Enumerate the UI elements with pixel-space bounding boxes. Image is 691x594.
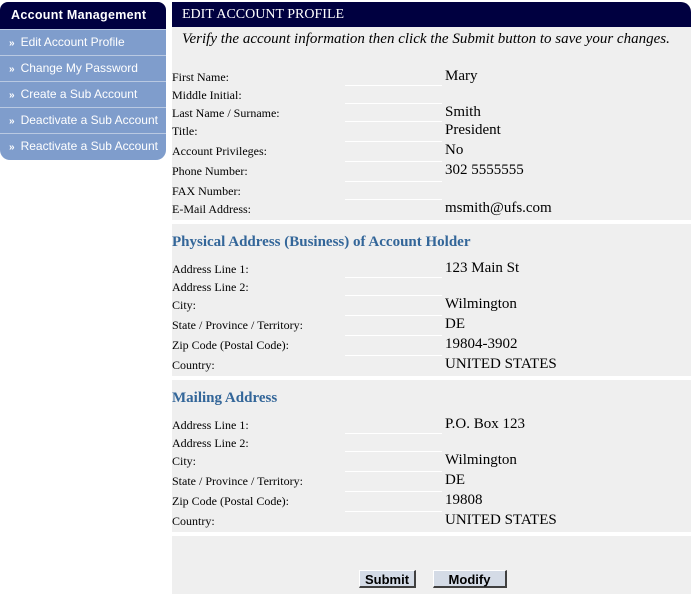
- sidebar-title: Account Management: [0, 2, 166, 29]
- double-chevron-right-icon: »: [9, 142, 15, 153]
- field-value: UNITED STATES: [445, 512, 557, 528]
- field-label: Last Name / Surname:: [172, 106, 280, 120]
- field-value: 19804-3902: [445, 336, 518, 352]
- sidebar-item-label: Edit Account Profile: [20, 35, 125, 49]
- sidebar-item-create-sub-account[interactable]: » Create a Sub Account: [0, 81, 166, 107]
- submit-button[interactable]: Submit: [359, 570, 416, 588]
- field-title: Title: President: [172, 122, 691, 142]
- field-label: City:: [172, 298, 197, 312]
- field-physical-country: Country: UNITED STATES: [172, 356, 691, 376]
- field-label: Address Line 2:: [172, 280, 249, 294]
- personal-info-panel: Verify the account information then clic…: [172, 27, 691, 220]
- sidebar-item-label: Deactivate a Sub Account: [20, 113, 158, 127]
- field-value: Wilmington: [445, 296, 517, 312]
- mailing-address-panel: Mailing Address Address Line 1: P.O. Box …: [172, 380, 691, 532]
- field-fax-number: FAX Number:: [172, 182, 691, 200]
- field-physical-city: City: Wilmington: [172, 296, 691, 316]
- double-chevron-right-icon: »: [9, 64, 15, 75]
- sidebar-item-change-password[interactable]: » Change My Password: [0, 55, 166, 81]
- field-value: P.O. Box 123: [445, 416, 526, 432]
- field-label: Country:: [172, 358, 215, 372]
- field-mailing-address-line-2: Address Line 2:: [172, 434, 691, 452]
- sidebar-item-deactivate-sub-account[interactable]: » Deactivate a Sub Account: [0, 107, 166, 133]
- field-value: Mary: [445, 68, 478, 84]
- double-chevron-right-icon: »: [9, 38, 15, 49]
- field-label: Phone Number:: [172, 164, 248, 178]
- field-mailing-zip: Zip Code (Postal Code): 19808: [172, 492, 691, 512]
- field-middle-initial: Middle Initial:: [172, 86, 691, 104]
- field-label: Title:: [172, 124, 198, 138]
- sidebar-item-label: Create a Sub Account: [20, 87, 138, 101]
- sidebar-item-reactivate-sub-account[interactable]: » Reactivate a Sub Account: [0, 133, 166, 160]
- modify-button[interactable]: Modify: [433, 570, 507, 588]
- sidebar-item-edit-account-profile[interactable]: » Edit Account Profile: [0, 29, 166, 55]
- field-last-name: Last Name / Surname: Smith: [172, 104, 691, 122]
- field-mailing-state: State / Province / Territory: DE: [172, 472, 691, 492]
- field-value: No: [445, 142, 464, 158]
- double-chevron-right-icon: »: [9, 90, 15, 101]
- double-chevron-right-icon: »: [9, 116, 15, 127]
- instructions-text: Verify the account information then clic…: [182, 31, 670, 47]
- field-mailing-city: City: Wilmington: [172, 452, 691, 472]
- field-label: First Name:: [172, 70, 229, 84]
- field-label: Middle Initial:: [172, 88, 242, 102]
- field-label: FAX Number:: [172, 184, 241, 198]
- field-value: DE: [445, 316, 465, 332]
- page-title: EDIT ACCOUNT PROFILE: [172, 2, 691, 27]
- physical-address-panel: Physical Address (Business) of Account H…: [172, 224, 691, 376]
- field-value: 302 5555555: [445, 162, 524, 178]
- main-content: EDIT ACCOUNT PROFILE Verify the account …: [172, 2, 691, 594]
- physical-address-heading: Physical Address (Business) of Account H…: [172, 234, 471, 250]
- form-actions: Submit Modify: [172, 536, 691, 594]
- field-label: Country:: [172, 514, 215, 528]
- field-value: 123 Main St: [445, 260, 520, 276]
- field-value: Smith: [445, 104, 481, 120]
- field-email: E-Mail Address: msmith@ufs.com: [172, 200, 691, 220]
- field-first-name: First Name: Mary: [172, 68, 691, 86]
- field-label: State / Province / Territory:: [172, 318, 303, 332]
- field-value: President: [445, 122, 501, 138]
- field-label: Zip Code (Postal Code):: [172, 494, 289, 508]
- field-value: UNITED STATES: [445, 356, 557, 372]
- field-mailing-address-line-1: Address Line 1: P.O. Box 123: [172, 416, 691, 434]
- field-label: Address Line 1:: [172, 418, 249, 432]
- field-physical-address-line-1: Address Line 1: 123 Main St: [172, 260, 691, 278]
- sidebar-item-label: Change My Password: [20, 61, 138, 75]
- field-label: State / Province / Territory:: [172, 474, 303, 488]
- field-mailing-country: Country: UNITED STATES: [172, 512, 691, 532]
- field-physical-address-line-2: Address Line 2:: [172, 278, 691, 296]
- field-label: Account Privileges:: [172, 144, 267, 158]
- field-label: City:: [172, 454, 197, 468]
- sidebar-nav: Account Management » Edit Account Profile…: [0, 2, 166, 160]
- field-label: Address Line 2:: [172, 436, 249, 450]
- mailing-address-heading: Mailing Address: [172, 390, 278, 406]
- field-value: Wilmington: [445, 452, 517, 468]
- field-physical-zip: Zip Code (Postal Code): 19804-3902: [172, 336, 691, 356]
- field-physical-state: State / Province / Territory: DE: [172, 316, 691, 336]
- field-value: msmith@ufs.com: [445, 200, 552, 216]
- field-label: E-Mail Address:: [172, 202, 251, 216]
- field-value: DE: [445, 472, 465, 488]
- field-account-privileges: Account Privileges: No: [172, 142, 691, 162]
- sidebar-item-label: Reactivate a Sub Account: [20, 139, 158, 153]
- field-label: Address Line 1:: [172, 262, 249, 276]
- field-label: Zip Code (Postal Code):: [172, 338, 289, 352]
- field-phone-number: Phone Number: 302 5555555: [172, 162, 691, 182]
- field-value: 19808: [445, 492, 483, 508]
